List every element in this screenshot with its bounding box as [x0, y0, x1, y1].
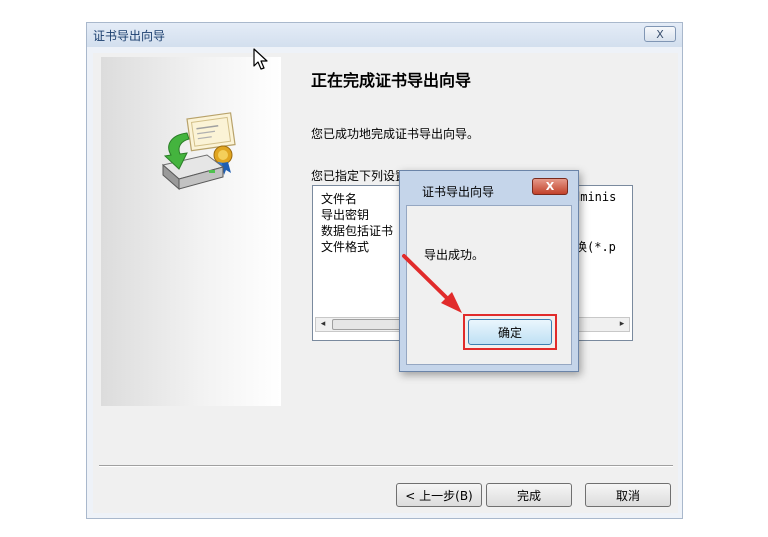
wizard-client-area: 正在完成证书导出向导 您已成功地完成证书导出向导。 您已指定下列设置 文件名 d…	[93, 53, 678, 513]
list-item: 文件名	[321, 190, 357, 206]
finish-button[interactable]: 完成	[486, 483, 572, 507]
wizard-description: 您已成功地完成证书导出向导。	[311, 127, 480, 141]
list-item-value: 换(*.p	[575, 240, 616, 254]
scroll-left-icon[interactable]: ◂	[316, 318, 330, 331]
dialog-close-button[interactable]: X	[532, 178, 568, 195]
window-title: 证书导出向导	[93, 29, 166, 43]
mouse-cursor-icon	[253, 48, 268, 70]
dialog-message: 导出成功。	[424, 248, 485, 262]
certificate-export-icon	[161, 112, 236, 191]
certificate-export-wizard-window: 证书导出向导 X 正在完成证书导出向导 您已成功地完成证书导出向导。 您已指定下…	[86, 22, 683, 519]
list-item: 文件格式	[321, 238, 369, 254]
settings-label: 您已指定下列设置	[311, 169, 408, 183]
setting-name: 文件格式	[321, 240, 370, 254]
setting-name: 文件名	[321, 192, 358, 206]
dialog-title: 证书导出向导	[422, 185, 495, 199]
wizard-side-panel	[101, 57, 281, 406]
list-item-value: dminis	[573, 190, 617, 204]
titlebar: 证书导出向导 X	[87, 23, 682, 47]
ok-button[interactable]: 确定	[468, 319, 552, 345]
ok-button-highlight: 确定	[463, 314, 557, 350]
setting-name: 数据包括证书	[321, 224, 394, 238]
back-button[interactable]: < 上一步(B)	[396, 483, 482, 507]
dialog-body: 导出成功。 确定	[406, 205, 572, 365]
footer-divider	[99, 465, 673, 467]
cancel-button[interactable]: 取消	[585, 483, 671, 507]
export-success-dialog: 证书导出向导 X 导出成功。 确定	[399, 170, 579, 372]
list-item: 数据包括证书	[321, 222, 393, 238]
scroll-right-icon[interactable]: ▸	[615, 318, 629, 331]
list-item: 导出密钥	[321, 206, 369, 222]
close-button[interactable]: X	[644, 26, 676, 42]
wizard-heading: 正在完成证书导出向导	[311, 71, 472, 90]
setting-name: 导出密钥	[321, 208, 370, 222]
scroll-thumb[interactable]	[332, 319, 402, 330]
